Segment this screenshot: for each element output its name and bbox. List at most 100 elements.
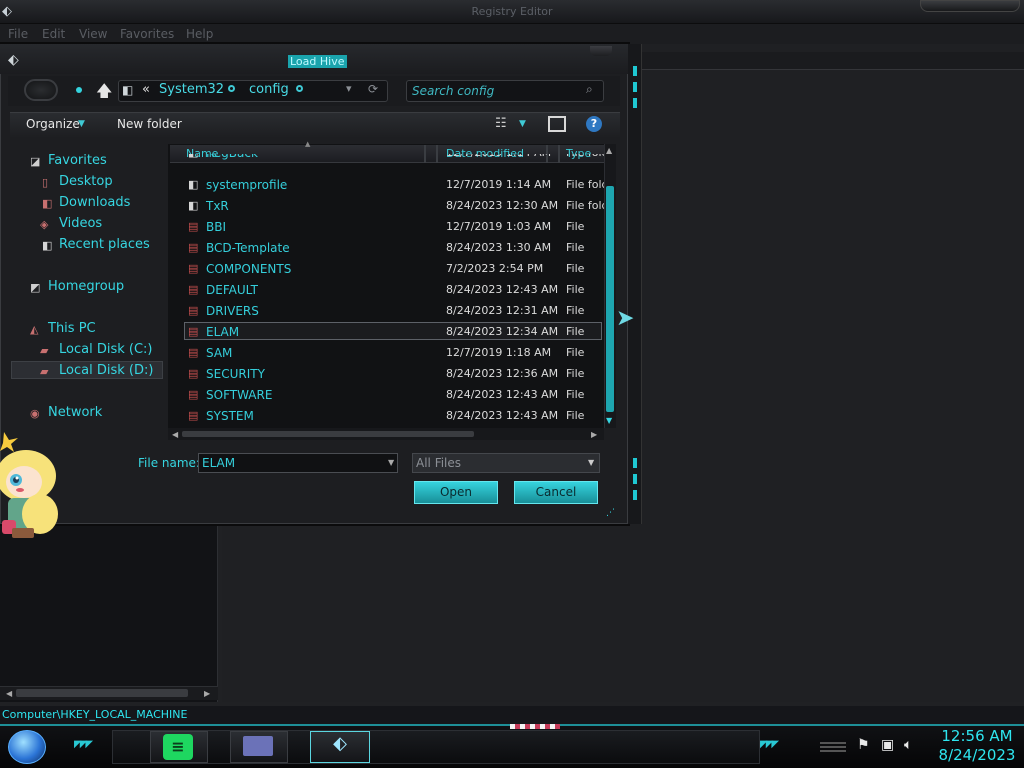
file-icon: ▤ bbox=[188, 346, 199, 359]
chevron-down-icon[interactable]: ▼ bbox=[388, 458, 394, 467]
nav-local-disk-c[interactable]: Local Disk (C:) bbox=[59, 342, 152, 357]
action-center-flag-icon[interactable]: ⚑ bbox=[857, 737, 870, 753]
file-name-input[interactable]: ELAM bbox=[198, 453, 398, 473]
organize-button[interactable]: Organize bbox=[26, 117, 80, 131]
clock-date[interactable]: 8/24/2023 bbox=[937, 746, 1017, 764]
network-icon: ◉ bbox=[30, 407, 40, 420]
volume-icon[interactable]: 🔈︎ bbox=[904, 737, 912, 753]
new-folder-button[interactable]: New folder bbox=[117, 117, 182, 131]
recent-places-icon: ◧ bbox=[42, 239, 53, 252]
breadcrumb-system32[interactable]: System32 bbox=[159, 82, 224, 97]
mouse-cursor-icon: ➤ bbox=[616, 306, 635, 331]
taskbar-decoration bbox=[510, 724, 560, 729]
open-button[interactable]: Open bbox=[414, 481, 498, 504]
table-row[interactable]: ▤ SAM 12/7/2019 1:18 AM File bbox=[184, 343, 604, 363]
file-type: File bbox=[566, 388, 585, 401]
scroll-up-arrow[interactable]: ▲ bbox=[606, 146, 612, 155]
recent-locations-icon[interactable] bbox=[76, 87, 82, 93]
table-row[interactable]: ◧ TxR 8/24/2023 12:30 AM File folder bbox=[184, 196, 604, 216]
sort-ascending-icon: ▲ bbox=[305, 140, 311, 148]
menu-file[interactable]: File bbox=[8, 27, 28, 41]
vertical-scroll-thumb[interactable] bbox=[606, 186, 614, 412]
table-row[interactable]: ▤ DRIVERS 8/24/2023 12:31 AM File bbox=[184, 301, 604, 321]
file-name: COMPONENTS bbox=[206, 262, 292, 276]
file-name: SECURITY bbox=[206, 367, 265, 381]
table-row[interactable]: ◧ systemprofile 12/7/2019 1:14 AM File fold… bbox=[184, 175, 604, 195]
file-date: 8/24/2023 12:43 AM bbox=[446, 283, 559, 296]
file-date: 12/7/2019 1:14 AM bbox=[446, 178, 552, 191]
chevron-down-icon[interactable]: ▾ bbox=[346, 82, 352, 95]
dialog-close-button[interactable] bbox=[590, 46, 612, 56]
scroll-left-arrow[interactable]: ◀ bbox=[172, 430, 178, 439]
menu-edit[interactable]: Edit bbox=[42, 27, 65, 41]
videos-icon: ◈ bbox=[40, 218, 49, 231]
resize-grip-icon[interactable]: ⋰ bbox=[606, 508, 615, 518]
file-name: RegBack bbox=[206, 154, 258, 160]
chevron-down-icon[interactable]: ▼ bbox=[78, 119, 85, 129]
drive-icon: ▰ bbox=[40, 344, 49, 357]
search-input[interactable]: Search config bbox=[406, 80, 604, 102]
file-icon: ▤ bbox=[188, 241, 199, 254]
table-row[interactable]: ▤ SOFTWARE 8/24/2023 12:43 AM File bbox=[184, 385, 604, 405]
start-button[interactable] bbox=[8, 730, 46, 764]
nav-videos[interactable]: Videos bbox=[59, 216, 102, 231]
cancel-button[interactable]: Cancel bbox=[514, 481, 598, 504]
breadcrumb-config[interactable]: config bbox=[249, 82, 289, 97]
cyan-ornament bbox=[633, 474, 637, 484]
refresh-icon[interactable]: ⟳ bbox=[368, 82, 378, 96]
file-date: 8/24/2023 1:30 AM bbox=[446, 241, 552, 254]
file-type: File bbox=[566, 262, 585, 275]
network-tray-icon[interactable]: ▣ bbox=[881, 737, 894, 753]
cyan-ornament bbox=[633, 82, 637, 92]
nav-desktop[interactable]: Desktop bbox=[59, 174, 113, 189]
menu-favorites[interactable]: Favorites bbox=[120, 27, 174, 41]
breadcrumb-overflow[interactable]: « bbox=[142, 82, 150, 97]
file-date: 8/24/2023 12:34 AM bbox=[446, 325, 559, 338]
table-row[interactable]: ▤ SYSTEM 8/24/2023 12:43 AM File bbox=[184, 406, 604, 426]
nav-this-pc[interactable]: This PC bbox=[48, 321, 96, 336]
up-arrow-icon[interactable]: 🡅 bbox=[96, 80, 112, 107]
clock-time[interactable]: 12:56 AM bbox=[937, 727, 1017, 745]
drive-icon: ▰ bbox=[40, 365, 49, 378]
file-type: File bbox=[566, 346, 585, 359]
menu-help[interactable]: Help bbox=[186, 27, 213, 41]
breadcrumb-separator-icon[interactable] bbox=[228, 85, 235, 92]
nav-downloads[interactable]: Downloads bbox=[59, 195, 130, 210]
file-icon: ▤ bbox=[188, 388, 199, 401]
scroll-left-arrow[interactable]: ◀ bbox=[6, 689, 12, 698]
search-icon[interactable]: ⌕ bbox=[586, 82, 593, 97]
folder-icon: ◧ bbox=[188, 178, 199, 191]
nav-network[interactable]: Network bbox=[48, 405, 102, 420]
scroll-right-arrow[interactable]: ▶ bbox=[204, 689, 210, 698]
file-icon: ▤ bbox=[188, 304, 199, 317]
file-type: File bbox=[566, 325, 585, 338]
horizontal-scroll-thumb[interactable] bbox=[182, 431, 474, 437]
menu-view[interactable]: View bbox=[79, 27, 107, 41]
file-name: SYSTEM bbox=[206, 409, 254, 423]
breadcrumb-separator-icon[interactable] bbox=[296, 85, 303, 92]
table-row[interactable]: ▤ COMPONENTS 7/2/2023 2:54 PM File bbox=[184, 259, 604, 279]
help-icon[interactable]: ? bbox=[586, 116, 602, 132]
file-type-select[interactable]: All Files bbox=[412, 453, 600, 473]
nav-recent-places[interactable]: Recent places bbox=[59, 237, 150, 252]
scroll-down-arrow[interactable]: ▼ bbox=[606, 416, 612, 425]
table-row[interactable]: ▤ BCD-Template 8/24/2023 1:30 AM File bbox=[184, 238, 604, 258]
table-row[interactable]: ▤ ELAM 8/24/2023 12:34 AM File bbox=[184, 322, 604, 342]
window-controls[interactable] bbox=[920, 0, 1020, 12]
table-row[interactable]: ▤ SECURITY 8/24/2023 12:36 AM File bbox=[184, 364, 604, 384]
chevron-down-icon[interactable]: ▼ bbox=[588, 458, 594, 467]
chevron-down-icon[interactable]: ▼ bbox=[519, 119, 526, 129]
scroll-right-arrow[interactable]: ▶ bbox=[591, 430, 597, 439]
table-row[interactable]: ▤ DEFAULT 8/24/2023 12:43 AM File bbox=[184, 280, 604, 300]
nav-favorites[interactable]: Favorites bbox=[48, 153, 107, 168]
preview-pane-icon[interactable] bbox=[548, 116, 566, 132]
view-options-icon[interactable]: ☷ bbox=[495, 116, 507, 131]
back-forward-button[interactable] bbox=[24, 79, 58, 101]
table-row[interactable]: ▤ BBI 12/7/2019 1:03 AM File bbox=[184, 217, 604, 237]
nav-homegroup[interactable]: Homegroup bbox=[48, 279, 124, 294]
file-name: DEFAULT bbox=[206, 283, 258, 297]
table-row[interactable]: ◧ RegBack 12/7/2019 1:14 AM File folder bbox=[184, 154, 604, 164]
tree-scroll-thumb[interactable] bbox=[16, 689, 188, 697]
regedit-app-icon: ⬖ bbox=[2, 4, 12, 19]
nav-local-disk-d[interactable]: Local Disk (D:) bbox=[59, 363, 153, 378]
